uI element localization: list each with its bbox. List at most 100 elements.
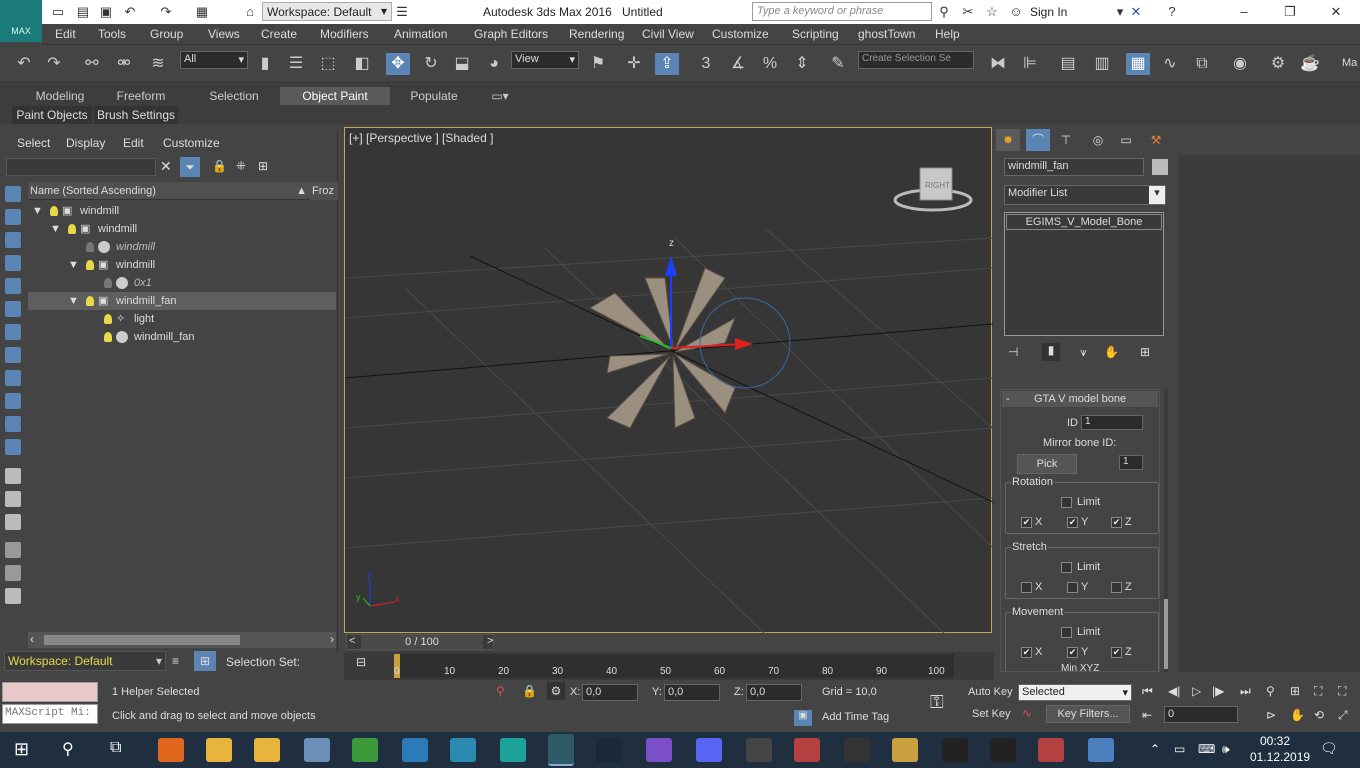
gizmo-z-arrow[interactable] (665, 256, 677, 276)
tab-modeling[interactable]: Modeling (28, 87, 92, 105)
menu-civil-view[interactable]: Civil View (642, 27, 694, 41)
select-and-rotate-icon[interactable]: ↻ (419, 53, 443, 75)
window-crossing-icon[interactable]: ◧ (350, 53, 374, 75)
reference-coordinate-dropdown[interactable]: View ▾ (511, 51, 579, 69)
menu-scripting[interactable]: Scripting (792, 27, 839, 41)
project-folder-icon[interactable]: ▦ (194, 4, 210, 20)
object-color-swatch[interactable] (1152, 159, 1168, 175)
lock-icon[interactable]: 🔒 (212, 159, 227, 173)
expand-icon[interactable]: ▼ (68, 256, 79, 274)
next-frame-icon[interactable]: |▶ (1212, 684, 1224, 698)
volume-icon[interactable]: 🕪 (1222, 742, 1230, 757)
filter-funnel-icon[interactable] (5, 542, 21, 558)
default-tangent-icon[interactable]: ∿ (1022, 706, 1032, 720)
paint-app-icon[interactable] (1088, 738, 1114, 762)
display-hidden-icon[interactable] (5, 439, 21, 455)
menu-ghosttown[interactable]: ghostTown (858, 27, 915, 41)
binoculars-icon[interactable]: ⚲ (936, 4, 952, 20)
select-and-move-icon[interactable]: ✥ (386, 53, 410, 75)
field-of-view-icon[interactable]: ⊳ (1266, 708, 1276, 722)
menu-edit[interactable]: Edit (55, 27, 76, 41)
control-panel-icon[interactable] (304, 738, 330, 762)
selection-set-label[interactable]: Selection Set: (226, 655, 300, 669)
curve-editor-icon[interactable]: ∿ (1158, 53, 1182, 75)
tree-row[interactable]: windmill_fan (28, 328, 336, 346)
auto-key-button[interactable]: Auto Key (968, 686, 1013, 698)
motion-panel-icon[interactable]: ◎ (1086, 129, 1110, 151)
maximize-icon[interactable]: ❐ (1282, 4, 1298, 20)
unreal-engine-icon[interactable] (990, 738, 1016, 762)
notepad-plus-plus-icon[interactable] (352, 738, 378, 762)
y-coord-field[interactable]: 0,0 (664, 684, 720, 701)
clock-time[interactable]: 00:32 (1260, 734, 1290, 748)
time-slider-prev-icon[interactable]: < (349, 635, 355, 647)
select-place-icon[interactable]: ◕ (482, 53, 506, 75)
go-to-start-icon[interactable]: ⏮ (1142, 684, 1153, 699)
manage-layers-icon[interactable]: ▤ (1056, 53, 1080, 75)
display-frozen-icon[interactable] (5, 416, 21, 432)
menu-create[interactable]: Create (261, 27, 297, 41)
rollout-header[interactable]: - GTA V model bone (1002, 391, 1158, 407)
render-setup-icon[interactable]: ⚙ (1266, 53, 1290, 75)
rotation-x-checkbox[interactable]: ✔ (1021, 517, 1032, 528)
dropdown-menu-icon[interactable]: ☰ (394, 4, 410, 20)
create-panel-icon[interactable]: ✸ (996, 129, 1020, 151)
bind-space-warp-icon[interactable]: ≋ (146, 53, 170, 75)
menu-group[interactable]: Group (150, 27, 183, 41)
time-slider-next-icon[interactable]: > (487, 635, 493, 647)
modifier-stack-item[interactable]: EGIMS_V_Model_Bone (1006, 214, 1162, 230)
show-end-result-icon[interactable]: ▮ (1042, 343, 1060, 361)
tree-row[interactable]: 0x1 (28, 274, 336, 292)
visibility-bulb-icon[interactable] (50, 206, 58, 216)
toggle-ribbon-icon[interactable]: ▦ (1126, 53, 1150, 75)
display-none-icon[interactable] (5, 491, 21, 507)
display-xrefs-icon[interactable] (5, 347, 21, 363)
maximize-viewport-icon[interactable]: ⤢ (1338, 708, 1348, 723)
explorer-workspace-dropdown[interactable]: Workspace: Default ▾ (4, 651, 166, 671)
render-teapot-icon[interactable]: ☕ (1298, 53, 1322, 75)
make-unique-icon[interactable]: ⩛ (1080, 345, 1087, 360)
discord-icon[interactable] (696, 738, 722, 762)
spinner-snap-icon[interactable]: ⇕ (790, 53, 814, 75)
app-logo[interactable]: MAX (0, 0, 42, 42)
clock-date[interactable]: 01.12.2019 (1250, 750, 1310, 764)
pivot-center-icon[interactable]: ⚑ (586, 53, 610, 75)
menu-help[interactable]: Help (935, 27, 960, 41)
rectangular-selection-icon[interactable]: ⬚ (316, 53, 340, 75)
select-manipulate-icon[interactable]: ✛ (622, 53, 646, 75)
3ds-max-taskbar-icon[interactable] (548, 734, 574, 766)
rotation-y-checkbox[interactable]: ✔ (1067, 517, 1078, 528)
communication-icon[interactable]: ✂ (960, 4, 976, 20)
key-selection-set-dropdown[interactable]: Selected ▾ (1018, 684, 1132, 701)
id-spinner[interactable]: 1 (1081, 415, 1143, 430)
explorer-search-input[interactable] (6, 158, 156, 176)
pin-stack-icon[interactable]: ⊣ (1008, 345, 1018, 359)
panel-scrollbar-thumb[interactable] (1164, 599, 1168, 669)
zoom-all-icon[interactable]: ⊞ (1290, 684, 1300, 698)
time-slider[interactable]: < 0 / 100 > (346, 634, 494, 650)
search-input[interactable]: Type a keyword or phrase (752, 2, 932, 21)
column-header-frozen[interactable]: Froz (310, 182, 338, 200)
scrollbar-thumb[interactable] (44, 635, 240, 645)
display-panel-icon[interactable]: ▭ (1114, 129, 1138, 151)
selection-filter-dropdown[interactable]: All ▾ (180, 51, 248, 69)
display-space-warps-icon[interactable] (5, 301, 21, 317)
material-editor-icon[interactable]: ◉ (1228, 53, 1252, 75)
tab-freeform[interactable]: Freeform (108, 87, 174, 105)
previous-frame-icon[interactable]: ◀| (1168, 684, 1180, 698)
select-dependents-icon[interactable]: ⊞ (258, 159, 268, 173)
tree-row[interactable]: ▼ ▣ windmill (28, 256, 336, 274)
tree-row[interactable]: ▼ ▣ windmill (28, 202, 336, 220)
sandbox-app-icon[interactable] (402, 738, 428, 762)
zoom-extents-all-icon[interactable]: ⛶ (1338, 684, 1346, 699)
mirror-bone-id-spinner[interactable]: 1 (1119, 455, 1143, 470)
explorer-options-icon[interactable] (5, 588, 21, 604)
align-icon[interactable]: ⊫ (1018, 53, 1042, 75)
orbit-icon[interactable]: ⟲ (1314, 708, 1324, 722)
display-helpers-icon[interactable] (5, 278, 21, 294)
go-to-end-icon[interactable]: ⏭ (1240, 684, 1251, 699)
search-icon[interactable]: ⚲ (62, 739, 74, 759)
visibility-bulb-icon[interactable] (104, 332, 112, 342)
display-all-icon[interactable] (5, 468, 21, 484)
hierarchy-explorer-icon[interactable]: ⊞ (194, 651, 216, 671)
